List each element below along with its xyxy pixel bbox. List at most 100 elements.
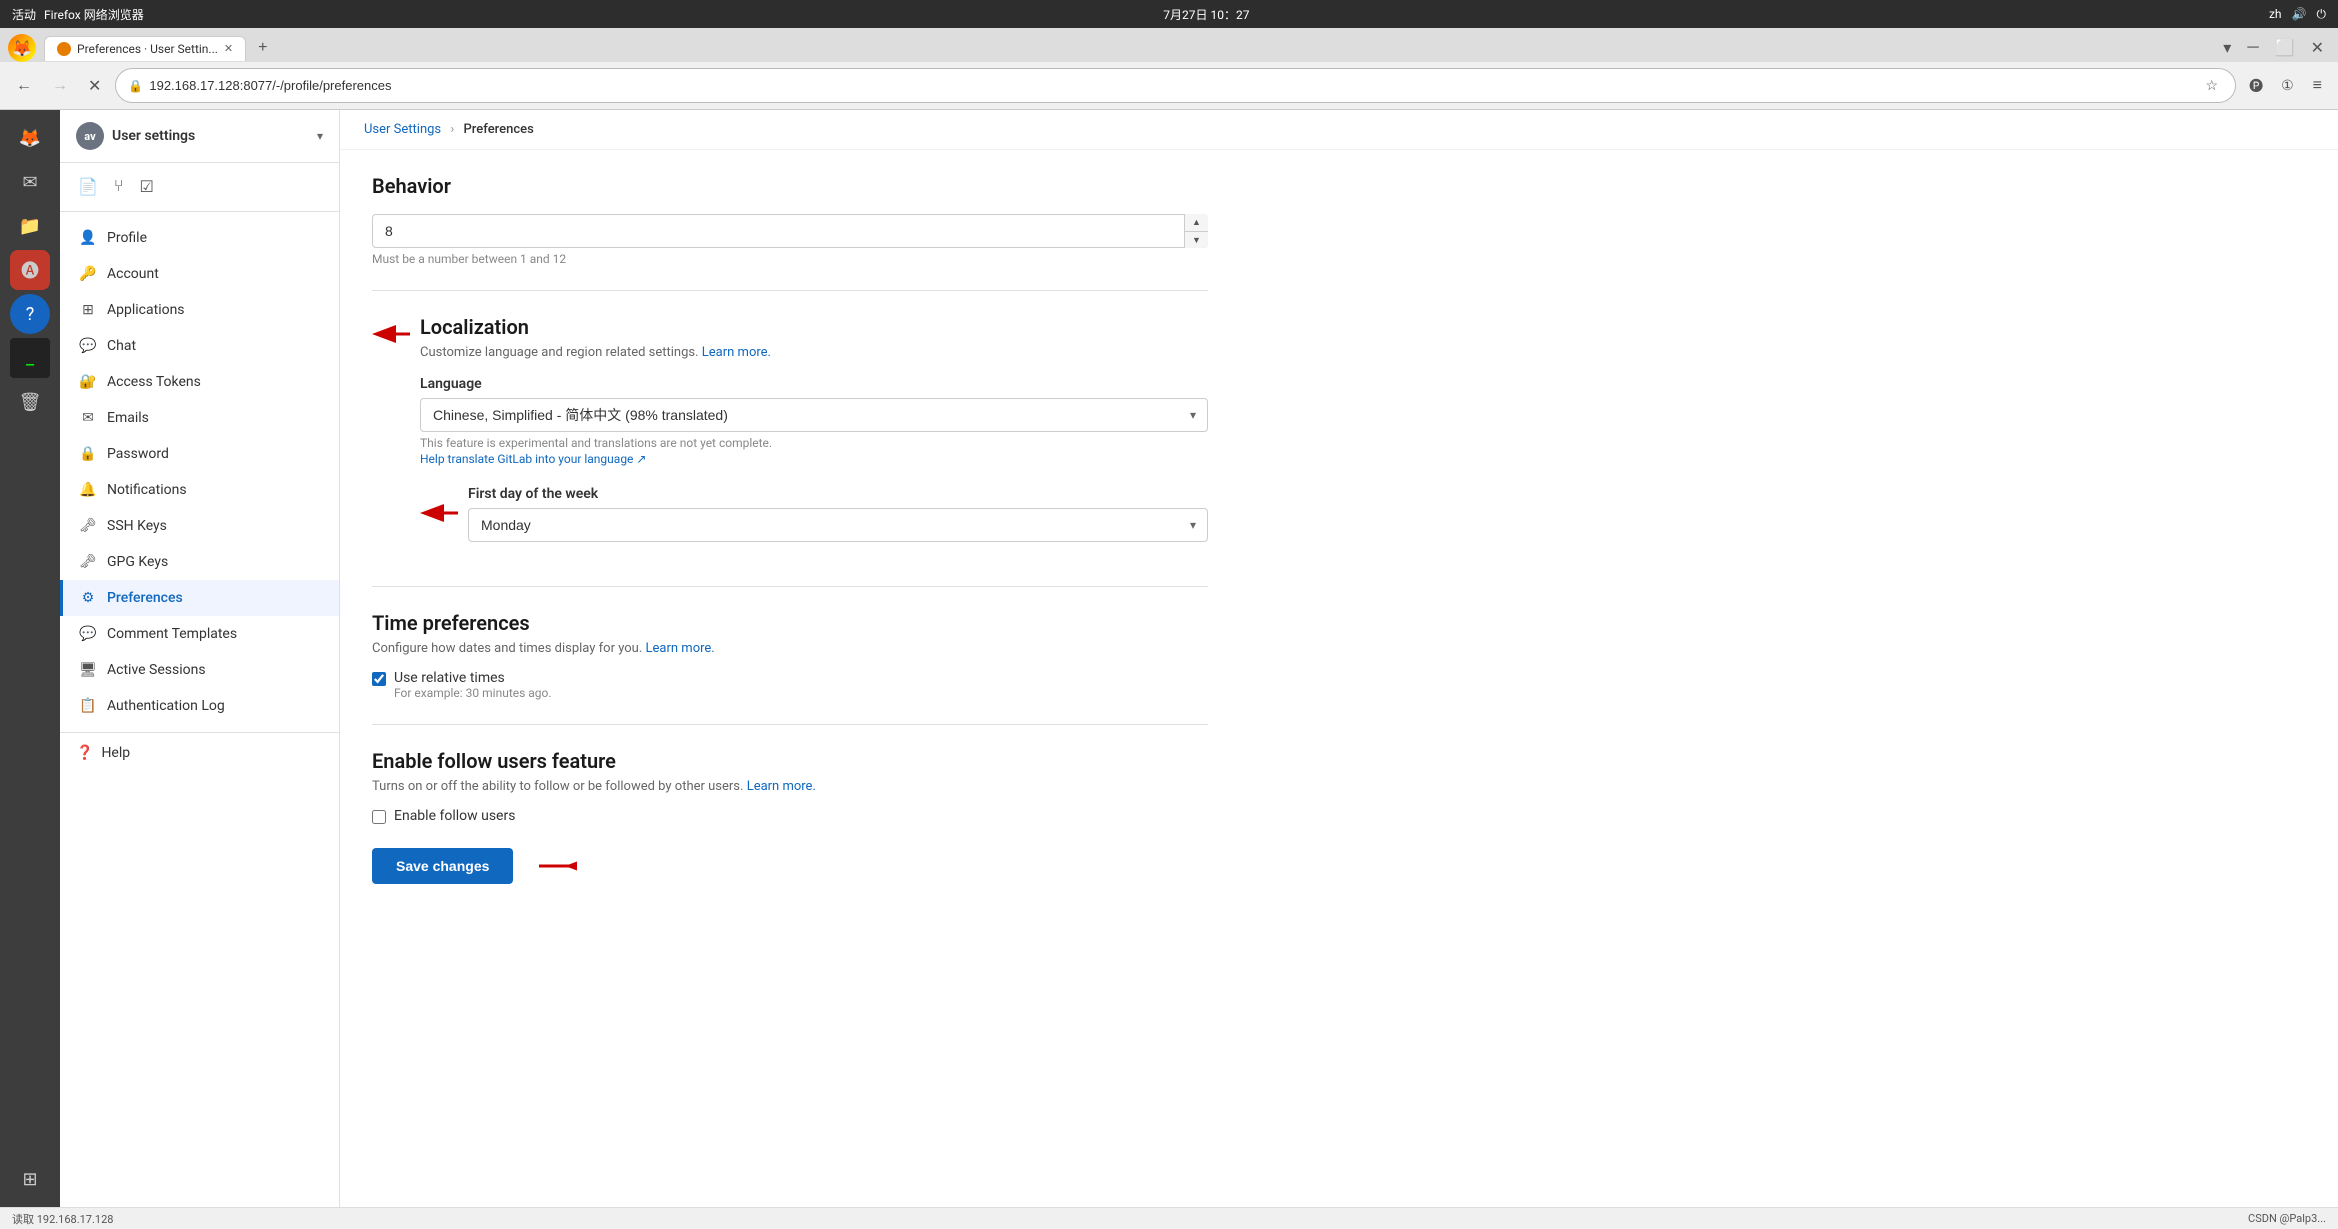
ff-folder-icon[interactable]: 📁 — [10, 206, 50, 246]
sidebar-item-notifications[interactable]: 🔔 Notifications — [60, 472, 339, 508]
language-help-link[interactable]: Help translate GitLab into your language… — [420, 452, 646, 466]
security-icon: 🔒 — [128, 79, 143, 93]
sidebar-item-password[interactable]: 🔒 Password — [60, 436, 339, 472]
new-tab-button[interactable]: + — [250, 35, 275, 61]
ff-trash-icon[interactable]: 🗑 — [10, 382, 50, 422]
ssh-keys-icon: 🗝 — [79, 517, 97, 535]
breadcrumb-parent-link[interactable]: User Settings — [364, 122, 441, 137]
follow-users-desc: Turns on or off the ability to follow or… — [372, 779, 1208, 794]
chat-icon: 💬 — [79, 337, 97, 355]
ff-store-icon[interactable]: 🅐 — [10, 250, 50, 290]
sidebar-help-label: Help — [101, 745, 130, 761]
gitlab-sidebar: av User settings ▾ 📄 ⑂ ☑ 👤 Profile 🔑 Acc… — [60, 110, 340, 1207]
section-divider-2 — [372, 586, 1208, 587]
use-relative-times-example: For example: 30 minutes ago. — [394, 686, 552, 700]
red-arrow-firstday — [420, 498, 460, 528]
nav-bar: ← → ✕ 🔒 ☆ 🅟 ① ≡ — [0, 62, 2338, 109]
language-label: Language — [420, 376, 1208, 392]
spin-up-button[interactable]: ▲ — [1185, 214, 1208, 232]
sidebar-item-preferences[interactable]: ⚙ Preferences — [60, 580, 339, 616]
sidebar-label-applications: Applications — [107, 302, 185, 318]
sidebar-label-profile: Profile — [107, 230, 147, 246]
time-prefs-title: Time preferences — [372, 611, 1208, 635]
sidebar-user-header[interactable]: av User settings ▾ — [60, 110, 339, 163]
follow-users-learn-more-link[interactable]: Learn more. — [747, 779, 816, 794]
address-bar-wrapper[interactable]: 🔒 ☆ — [115, 68, 2236, 103]
sidebar-item-gpg-keys[interactable]: 🗝 GPG Keys — [60, 544, 339, 580]
localization-learn-more-link[interactable]: Learn more. — [702, 345, 771, 360]
tab-close-button[interactable]: ✕ — [224, 42, 233, 55]
save-section: Save changes — [372, 848, 1208, 884]
first-day-select[interactable]: Sunday Monday Tuesday Wednesday Thursday… — [468, 508, 1208, 542]
gpg-keys-icon: 🗝 — [79, 553, 97, 571]
menu-button[interactable]: ≡ — [2307, 73, 2328, 99]
back-button[interactable]: ← — [10, 73, 38, 99]
behavior-number-input[interactable] — [372, 214, 1208, 248]
sidebar-item-access-tokens[interactable]: 🔐 Access Tokens — [60, 364, 339, 400]
behavior-field-note: Must be a number between 1 and 12 — [372, 252, 1208, 266]
browser-tab-active[interactable]: Preferences · User Settin... ✕ — [44, 36, 246, 61]
help-icon: ❓ — [76, 745, 93, 761]
preferences-icon: ⚙ — [79, 589, 97, 607]
address-bar[interactable] — [149, 78, 2194, 93]
extensions-button[interactable]: ① — [2276, 73, 2299, 98]
language-select[interactable]: Chinese, Simplified - 简体中文 (98% translat… — [420, 398, 1208, 432]
content-body: Behavior ▲ ▼ Must be a number between 1 … — [340, 150, 1240, 932]
sidebar-item-authentication-log[interactable]: 📋 Authentication Log — [60, 688, 339, 724]
ff-help-icon[interactable]: ? — [10, 294, 50, 334]
language-experimental-note: This feature is experimental and transla… — [420, 436, 1208, 450]
enable-follow-users-checkbox[interactable] — [372, 810, 386, 824]
section-divider-3 — [372, 724, 1208, 725]
save-changes-button[interactable]: Save changes — [372, 848, 513, 884]
sidebar-label-account: Account — [107, 266, 159, 282]
bookmark-star-button[interactable]: ☆ — [2201, 73, 2224, 98]
restore-button[interactable]: ⬜ — [2269, 34, 2301, 62]
sys-audio-icon: 🔊 — [2292, 7, 2307, 21]
sidebar-item-profile[interactable]: 👤 Profile — [60, 220, 339, 256]
user-avatar: av — [76, 122, 104, 150]
sidebar-help-item[interactable]: ❓ Help — [60, 732, 339, 773]
breadcrumb: User Settings › Preferences — [340, 110, 2338, 150]
number-spinners: ▲ ▼ — [1184, 214, 1208, 248]
follow-users-title: Enable follow users feature — [372, 749, 1208, 773]
sidebar-item-emails[interactable]: ✉ Emails — [60, 400, 339, 436]
tab-title: Preferences · User Settin... — [77, 42, 218, 56]
localization-description: Customize language and region related se… — [420, 345, 1208, 360]
tab-list-button[interactable]: ▾ — [2217, 34, 2237, 62]
sidebar-item-comment-templates[interactable]: 💬 Comment Templates — [60, 616, 339, 652]
red-arrow-save — [517, 851, 577, 881]
sidebar-toolbar-pages-icon[interactable]: 📄 — [72, 171, 104, 203]
time-prefs-desc: Configure how dates and times display fo… — [372, 641, 1208, 656]
use-relative-times-checkbox[interactable] — [372, 672, 386, 686]
activities-label: 活动 — [12, 6, 36, 23]
forward-button[interactable]: → — [46, 73, 74, 99]
sidebar-item-applications[interactable]: ⊞ Applications — [60, 292, 339, 328]
minimize-button[interactable]: ─ — [2241, 34, 2264, 62]
firefox-sidebar: 🦊 ✉ 📁 🅐 ? _ 🗑 ⊞ — [0, 110, 60, 1207]
time-prefs-learn-more-link[interactable]: Learn more. — [646, 641, 715, 656]
use-relative-times-label[interactable]: Use relative times — [394, 670, 505, 686]
sidebar-item-ssh-keys[interactable]: 🗝 SSH Keys — [60, 508, 339, 544]
ff-terminal-icon[interactable]: _ — [10, 338, 50, 378]
sidebar-label-access-tokens: Access Tokens — [107, 374, 201, 390]
ff-mail-icon[interactable]: ✉ — [10, 162, 50, 202]
firefox-icon: 🦊 — [10, 118, 50, 158]
sidebar-item-active-sessions[interactable]: 🖥 Active Sessions — [60, 652, 339, 688]
sidebar-toolbar-branch-icon[interactable]: ⑂ — [108, 172, 130, 202]
sidebar-item-account[interactable]: 🔑 Account — [60, 256, 339, 292]
time-prefs-section: Time preferences Configure how dates and… — [372, 611, 1208, 700]
access-tokens-icon: 🔐 — [79, 373, 97, 391]
sidebar-label-active-sessions: Active Sessions — [107, 662, 206, 678]
pocket-button[interactable]: 🅟 — [2244, 72, 2268, 100]
main-content: User Settings › Preferences Behavior ▲ ▼… — [340, 110, 2338, 1207]
spin-down-button[interactable]: ▼ — [1185, 232, 1208, 249]
browser-close-button[interactable]: ✕ — [2305, 34, 2330, 62]
enable-follow-users-row: Enable follow users — [372, 808, 1208, 824]
sidebar-toolbar-check-icon[interactable]: ☑ — [134, 171, 160, 203]
applications-icon: ⊞ — [79, 301, 97, 319]
ff-grid-icon[interactable]: ⊞ — [10, 1159, 50, 1199]
sidebar-item-chat[interactable]: 💬 Chat — [60, 328, 339, 364]
stop-reload-button[interactable]: ✕ — [82, 72, 107, 100]
app-wrapper: 🦊 ✉ 📁 🅐 ? _ 🗑 ⊞ av User settings ▾ 📄 ⑂ ☑… — [0, 110, 2338, 1207]
enable-follow-users-label[interactable]: Enable follow users — [394, 808, 515, 824]
